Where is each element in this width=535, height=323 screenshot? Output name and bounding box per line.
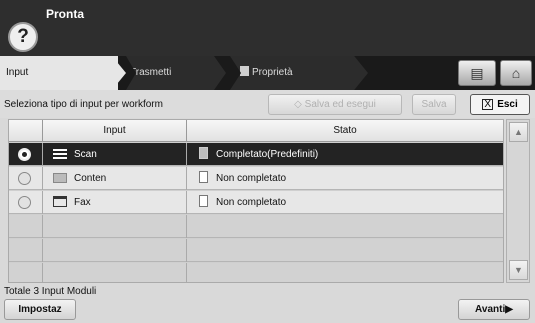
- radio-selected[interactable]: [18, 148, 31, 161]
- properties-icon: [240, 66, 249, 76]
- table-scrollbar[interactable]: ▲ ▼: [506, 119, 530, 283]
- save-button[interactable]: Salva: [412, 94, 456, 115]
- tab-proprieta-label: Proprietà: [252, 67, 293, 78]
- chevron-down-icon: ▼: [514, 265, 523, 275]
- select-input-type-label: Seleziona tipo di input per workform: [4, 99, 163, 110]
- close-icon: X: [482, 99, 494, 110]
- header-input[interactable]: Input: [43, 120, 187, 142]
- table-row-empty: [9, 263, 503, 282]
- table-row[interactable]: Conten Non completato: [9, 167, 503, 190]
- home-button[interactable]: ⌂: [500, 60, 532, 86]
- scan-icon: [53, 149, 67, 159]
- table-row[interactable]: Fax Non completato: [9, 191, 503, 214]
- status-text: Non completato: [216, 197, 287, 208]
- document-icon: [199, 171, 208, 183]
- tab-input[interactable]: Input: [0, 56, 118, 90]
- save-run-icon: ◇: [294, 99, 302, 110]
- scroll-up-button[interactable]: ▲: [509, 122, 528, 142]
- document-icon: [199, 147, 208, 159]
- table-row[interactable]: Scan Completato(Predefiniti): [9, 143, 503, 166]
- total-modules-text: Totale 3 Input Moduli: [4, 286, 97, 297]
- table-row-empty: [9, 239, 503, 262]
- header-select: [9, 120, 43, 142]
- table-header: Input Stato: [9, 120, 503, 142]
- chevron-up-icon: ▲: [514, 127, 523, 137]
- status-header: ? Pronta: [0, 0, 535, 56]
- settings-button[interactable]: Impostaz: [4, 299, 76, 320]
- input-label: Scan: [74, 149, 97, 160]
- tab-input-arrow: [112, 56, 126, 90]
- document-icon: [199, 195, 208, 207]
- input-label: Conten: [74, 173, 107, 184]
- action-row: Seleziona tipo di input per workform ◇ S…: [0, 90, 535, 118]
- chevron-right-icon: ▶: [505, 304, 513, 315]
- next-label: Avanti: [475, 304, 506, 315]
- tab-trasmetti[interactable]: Trasmetti: [126, 56, 226, 90]
- workform-tab-bar: Input Trasmetti Proprietà: [0, 56, 535, 90]
- exit-label: Esci: [497, 99, 518, 110]
- box-icon: [53, 173, 67, 183]
- tab-proprieta[interactable]: Proprietà: [230, 56, 368, 90]
- radio-unselected[interactable]: [18, 172, 31, 185]
- header-stato[interactable]: Stato: [187, 120, 503, 142]
- save-and-run-label: Salva ed esegui: [304, 99, 376, 110]
- help-button[interactable]: ?: [8, 22, 38, 52]
- next-button[interactable]: Avanti▶: [458, 299, 530, 320]
- exit-button[interactable]: X Esci: [470, 94, 530, 115]
- fax-icon: [53, 196, 67, 207]
- scroll-down-button[interactable]: ▼: [509, 260, 528, 280]
- machine-status-title: Pronta: [46, 7, 85, 21]
- job-status-icon: ▤: [470, 65, 484, 81]
- status-text: Non completato: [216, 173, 287, 184]
- radio-unselected[interactable]: [18, 196, 31, 209]
- input-label: Fax: [74, 197, 91, 208]
- home-icon: ⌂: [511, 65, 521, 81]
- table-row-empty: [9, 215, 503, 238]
- job-status-button[interactable]: ▤: [458, 60, 496, 86]
- input-table: Input Stato Scan Completato(Predefiniti)…: [8, 119, 504, 283]
- status-text: Completato(Predefiniti): [216, 149, 319, 160]
- save-and-run-button[interactable]: ◇ Salva ed esegui: [268, 94, 402, 115]
